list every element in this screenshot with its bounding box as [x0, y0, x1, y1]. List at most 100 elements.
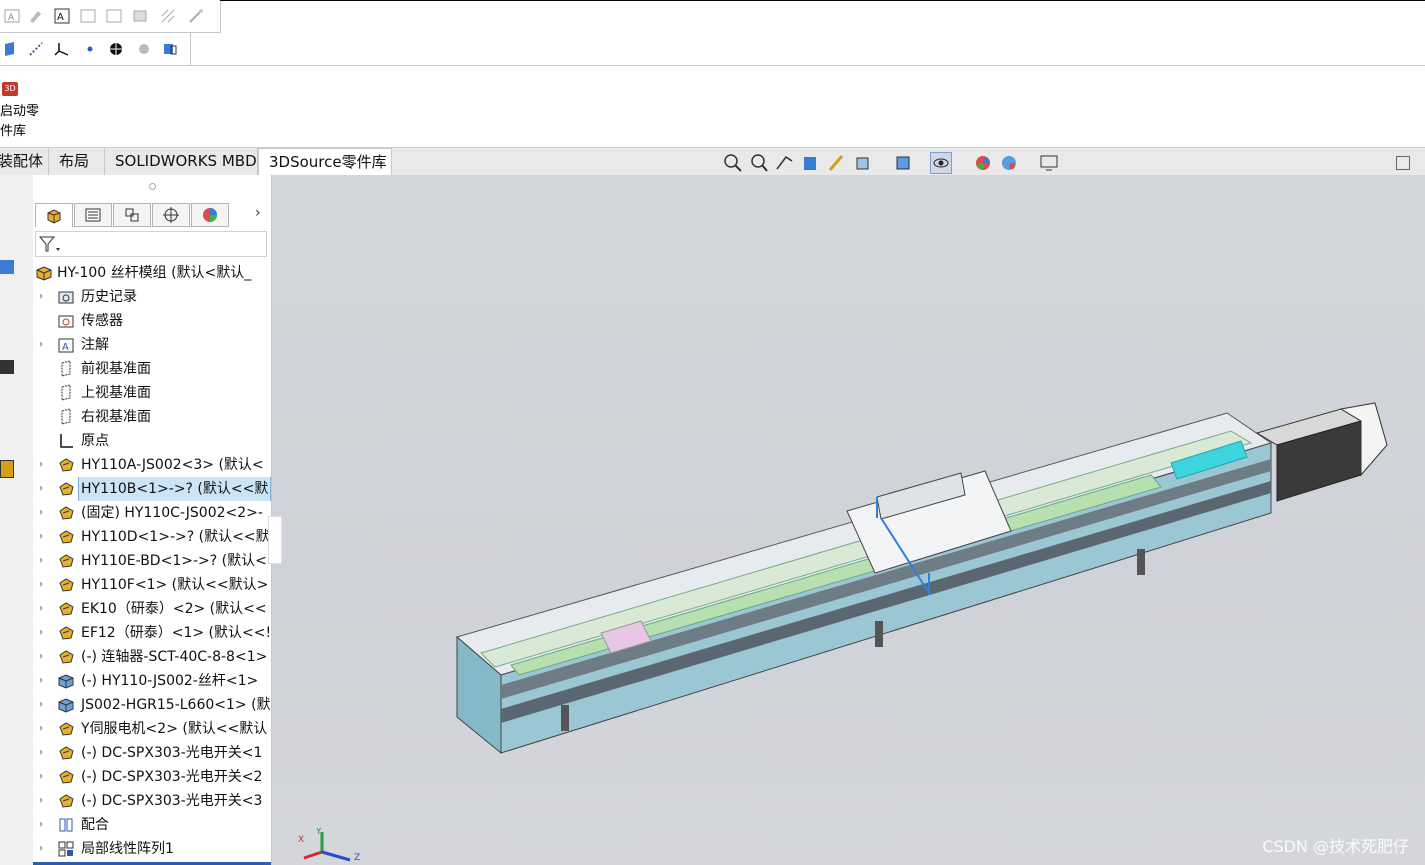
tree-item-label: HY110F<1> (默认<<默认> [81, 577, 269, 593]
hatch-icon[interactable] [158, 6, 178, 26]
expand-arrow-icon[interactable]: › [39, 597, 49, 621]
expand-arrow-icon[interactable]: › [39, 765, 49, 789]
tab-solidworks-mbd[interactable]: SOLIDWORKS MBD [105, 148, 258, 175]
tree-item[interactable]: 上视基准面 [33, 381, 271, 405]
filter-field[interactable] [35, 231, 267, 257]
task-pane-toggle-icon[interactable] [1396, 156, 1410, 170]
point-tool-icon[interactable] [80, 39, 100, 59]
view-settings-icon[interactable] [1038, 152, 1060, 174]
subassembly-icon [59, 602, 74, 616]
expand-arrow-icon[interactable]: › [39, 693, 49, 717]
subassembly-icon [59, 626, 74, 640]
tree-item[interactable]: › (-) HY110-JS002-丝杆<1> [33, 669, 271, 693]
start-part-library-label-2: 件库 [0, 124, 27, 139]
expand-arrow-icon[interactable]: › [39, 477, 49, 501]
expand-arrow-icon[interactable]: › [39, 525, 49, 549]
note-icon[interactable]: A [52, 6, 72, 26]
expand-arrow-icon[interactable]: › [39, 285, 49, 309]
tree-item[interactable]: 前视基准面 [33, 357, 271, 381]
tree-item[interactable]: › HY110B<1>->? (默认<<默 [33, 477, 271, 501]
triad-y-label: Y [315, 828, 322, 837]
expand-arrow-icon[interactable]: › [39, 717, 49, 741]
panel-grip-icon[interactable] [149, 183, 156, 190]
expand-arrow-icon[interactable]: › [39, 453, 49, 477]
expand-arrow-icon[interactable]: › [39, 501, 49, 525]
tree-item[interactable]: › (-) 连轴器-SCT-40C-8-8<1> [33, 645, 271, 669]
section-view-icon[interactable] [800, 152, 822, 174]
coordinate-system-icon[interactable] [52, 39, 72, 59]
tree-item[interactable]: › (固定) HY110C-JS002<2>- [33, 501, 271, 525]
axis-tool-icon[interactable] [26, 39, 46, 59]
tree-item[interactable]: › EK10（研泰）<2> (默认<< [33, 597, 271, 621]
zoom-to-area-icon[interactable] [748, 152, 770, 174]
tree-item[interactable]: › Y伺服电机<2> (默认<<默认 [33, 717, 271, 741]
pattern-icon [58, 841, 74, 857]
display-style-icon[interactable] [892, 152, 914, 174]
tree-item[interactable]: › HY110D<1>->? (默认<<默 [33, 525, 271, 549]
tree-item[interactable]: › JS002-HGR15-L660<1> (默 [33, 693, 271, 717]
tab-assembly[interactable]: 装配体 [0, 148, 49, 175]
tree-item[interactable]: 右视基准面 [33, 405, 271, 429]
tool-icon-1[interactable] [0, 260, 14, 274]
edit-text-icon[interactable] [26, 6, 46, 26]
tree-item[interactable]: › 配合 [33, 813, 271, 837]
tree-scroll-handle[interactable] [268, 516, 282, 564]
balloon-icon[interactable] [78, 6, 98, 26]
plane-tool-icon[interactable] [0, 39, 20, 59]
tree-item[interactable]: › (-) DC-SPX303-光电开关<2 [33, 765, 271, 789]
tab-3dsource[interactable]: 3DSource零件库 [258, 148, 392, 175]
mate-reference-icon[interactable] [134, 39, 154, 59]
displaymanager-tab[interactable] [191, 203, 229, 227]
view-orientation-icon[interactable] [852, 152, 874, 174]
magic-wand-icon[interactable] [186, 6, 206, 26]
tree-item[interactable]: › HY110A-JS002<3> (默认< [33, 453, 271, 477]
center-of-mass-icon[interactable] [106, 39, 126, 59]
expand-arrow-icon[interactable]: › [39, 813, 49, 837]
tool-icon-3[interactable] [0, 460, 14, 478]
tree-item[interactable]: › HY110E-BD<1>->? (默认< [33, 549, 271, 573]
expand-arrow-icon[interactable]: › [39, 741, 49, 765]
block-icon[interactable] [130, 6, 150, 26]
tree-item[interactable]: › (-) DC-SPX303-光电开关<1 [33, 741, 271, 765]
tree-item[interactable]: › A 注解 [33, 333, 271, 357]
graphics-area[interactable]: CSDN @技术死肥仔 [271, 175, 1425, 865]
propertymanager-tab[interactable] [74, 203, 112, 227]
tool-icon-2[interactable] [0, 360, 14, 374]
dynamic-annotation-icon[interactable] [826, 152, 848, 174]
bounding-box-icon[interactable] [160, 39, 180, 59]
tree-root[interactable]: HY-100 丝杆模组 (默认<默认_ [33, 261, 271, 285]
expand-arrow-icon[interactable]: › [39, 573, 49, 597]
featuremanager-tab[interactable] [35, 203, 73, 227]
surface-finish-icon[interactable] [104, 6, 124, 26]
expand-arrow-icon[interactable]: › [39, 333, 49, 357]
tree-item[interactable]: › EF12（研泰）<1> (默认<<! [33, 621, 271, 645]
expand-arrow-icon[interactable]: › [39, 669, 49, 693]
expand-arrow-icon[interactable]: › [39, 645, 49, 669]
tab-layout[interactable]: 布局 [49, 148, 105, 175]
chevron-right-icon[interactable]: › [255, 205, 261, 221]
svg-text:A: A [57, 12, 64, 23]
start-part-library-button[interactable]: 3D 启动零 件库 [0, 80, 40, 140]
expand-arrow-icon[interactable]: › [39, 621, 49, 645]
text-icon[interactable]: A [2, 6, 22, 26]
edit-appearance-icon[interactable] [972, 152, 994, 174]
photo-switch-2 [875, 621, 883, 647]
hide-show-items-icon[interactable] [930, 152, 952, 174]
subassembly-icon [59, 506, 74, 520]
previous-view-icon[interactable] [774, 152, 796, 174]
tree-item[interactable]: › 局部线性阵列1 [33, 837, 271, 861]
expand-arrow-icon[interactable]: › [39, 789, 49, 813]
tree-item[interactable]: › HY110F<1> (默认<<默认> [33, 573, 271, 597]
apply-scene-icon[interactable] [998, 152, 1020, 174]
dimxpert-tab[interactable] [152, 203, 190, 227]
tree-item[interactable]: 传感器 [33, 309, 271, 333]
zoom-to-fit-icon[interactable] [722, 152, 744, 174]
tree-item[interactable]: › 历史记录 [33, 285, 271, 309]
configurationmanager-tab[interactable] [113, 203, 151, 227]
photo-switch-3 [1137, 549, 1145, 575]
tree-item[interactable]: › (-) DC-SPX303-光电开关<3 [33, 789, 271, 813]
expand-arrow-icon[interactable]: › [39, 837, 49, 861]
tree-item-label: 右视基准面 [81, 409, 151, 425]
expand-arrow-icon[interactable]: › [39, 549, 49, 573]
tree-item[interactable]: 原点 [33, 429, 271, 453]
